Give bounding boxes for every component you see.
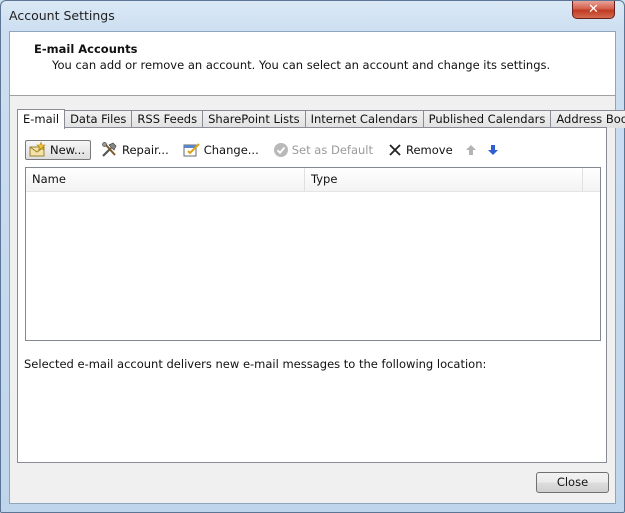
- close-button[interactable]: Close: [536, 472, 609, 493]
- tab-data-files[interactable]: Data Files: [65, 110, 133, 128]
- column-header-filler: [583, 168, 600, 191]
- change-account-label: Change...: [203, 143, 259, 157]
- tab-published-calendars[interactable]: Published Calendars: [423, 110, 552, 128]
- window-title: Account Settings: [9, 8, 115, 23]
- tab-strip: E-mail Data Files RSS Feeds SharePoint L…: [17, 108, 625, 129]
- title-bar[interactable]: Account Settings ✕: [1, 1, 624, 31]
- delivery-location-text: Selected e-mail account delivers new e-m…: [24, 357, 487, 371]
- new-account-icon: [29, 142, 46, 157]
- repair-account-label: Repair...: [122, 143, 169, 157]
- section-description: You can add or remove an account. You ca…: [52, 58, 551, 72]
- remove-account-button[interactable]: Remove: [383, 140, 457, 160]
- header-panel: E-mail Accounts You can add or remove an…: [10, 32, 615, 96]
- arrow-up-icon: [465, 145, 476, 155]
- section-title: E-mail Accounts: [34, 42, 138, 56]
- window-close-button[interactable]: ✕: [572, 1, 615, 19]
- email-tab-panel: New... Repair... Change... Set as Defaul…: [17, 127, 607, 463]
- remove-account-label: Remove: [406, 143, 453, 157]
- email-accounts-list[interactable]: Name Type: [25, 167, 601, 341]
- accounts-toolbar: New... Repair... Change... Set as Defaul…: [25, 139, 507, 161]
- list-header: Name Type: [26, 168, 600, 192]
- set-as-default-label: Set as Default: [291, 143, 373, 157]
- move-up-button[interactable]: [463, 140, 479, 160]
- new-account-label: New...: [50, 143, 85, 157]
- column-header-name[interactable]: Name: [26, 168, 305, 191]
- tab-email[interactable]: E-mail: [17, 109, 66, 129]
- tab-sharepoint-lists[interactable]: SharePoint Lists: [203, 110, 306, 128]
- new-account-button[interactable]: New...: [25, 140, 91, 160]
- change-account-button[interactable]: Change...: [179, 140, 263, 160]
- tab-internet-calendars[interactable]: Internet Calendars: [305, 110, 424, 128]
- change-settings-icon: [183, 143, 200, 157]
- tab-rss-feeds[interactable]: RSS Feeds: [132, 110, 204, 128]
- repair-tools-icon: [102, 142, 117, 157]
- arrow-down-icon: [487, 145, 498, 155]
- account-settings-window: Account Settings ✕ E-mail Accounts You c…: [0, 0, 625, 513]
- move-down-button[interactable]: [485, 140, 501, 160]
- tab-address-books[interactable]: Address Books: [551, 110, 625, 128]
- column-header-type[interactable]: Type: [305, 168, 583, 191]
- checkmark-circle-icon: [273, 143, 288, 157]
- remove-x-icon: [389, 144, 401, 156]
- repair-account-button[interactable]: Repair...: [97, 140, 173, 160]
- dialog-client-area: E-mail Accounts You can add or remove an…: [9, 31, 625, 504]
- set-as-default-button[interactable]: Set as Default: [269, 140, 377, 160]
